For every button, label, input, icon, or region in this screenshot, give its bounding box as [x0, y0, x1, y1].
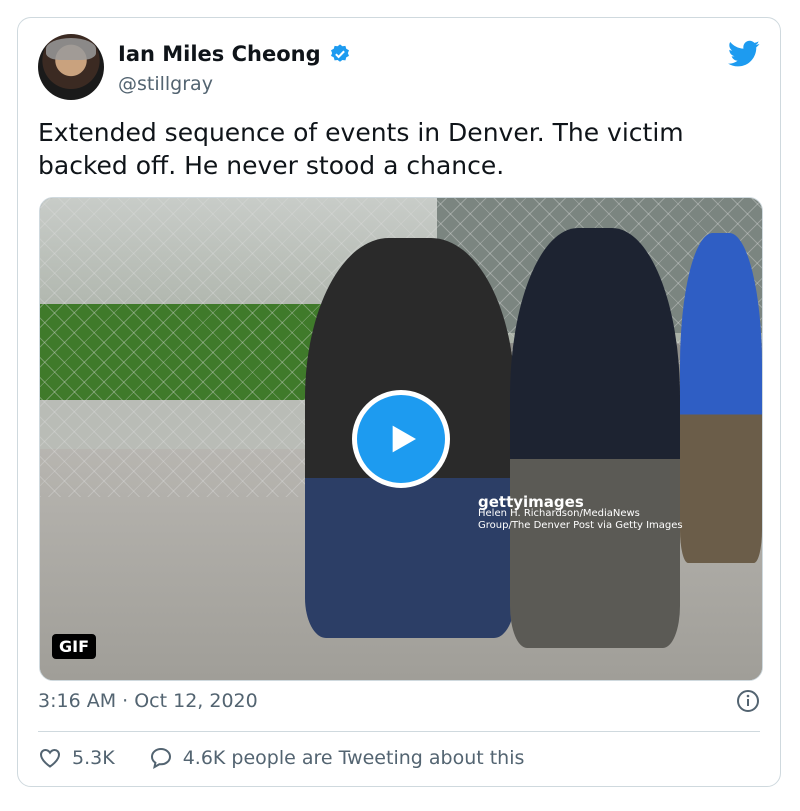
watermark-logo: gettyimages [478, 493, 584, 511]
verified-badge-icon [329, 43, 351, 65]
media-gif[interactable]: gettyimages Helen H. Richardson/MediaNew… [39, 197, 763, 681]
info-icon[interactable] [736, 689, 760, 713]
twitter-bird-icon[interactable] [728, 40, 760, 68]
gif-badge: GIF [52, 634, 97, 659]
tweeting-about-text: 4.6K people are Tweeting about this [182, 747, 525, 769]
scene-person [680, 233, 762, 563]
tweeting-about-link[interactable]: 4.6K people are Tweeting about this [149, 746, 525, 770]
play-button[interactable] [352, 390, 450, 488]
like-count: 5.3K [72, 747, 115, 769]
scene-person [510, 228, 680, 648]
speech-bubble-icon [149, 746, 173, 770]
like-button[interactable]: 5.3K [38, 746, 115, 770]
tweet-card: Ian Miles Cheong @stillgray Extended seq… [17, 17, 781, 787]
watermark-credit: Helen H. Richardson/MediaNews [478, 508, 640, 519]
divider [38, 731, 760, 732]
play-icon [381, 419, 421, 459]
watermark-credit: Group/The Denver Post via Getty Images [478, 520, 683, 531]
author-row: Ian Miles Cheong [118, 42, 351, 66]
action-bar: 5.3K 4.6K people are Tweeting about this [38, 746, 558, 770]
timestamp[interactable]: 3:16 AM · Oct 12, 2020 [38, 690, 258, 712]
author-name[interactable]: Ian Miles Cheong [118, 42, 321, 66]
getty-watermark: gettyimages Helen H. Richardson/MediaNew… [478, 493, 683, 532]
avatar[interactable] [38, 34, 104, 100]
tweet-text: Extended sequence of events in Denver. T… [38, 118, 684, 180]
heart-icon [38, 746, 62, 770]
author-handle[interactable]: @stillgray [118, 73, 213, 95]
